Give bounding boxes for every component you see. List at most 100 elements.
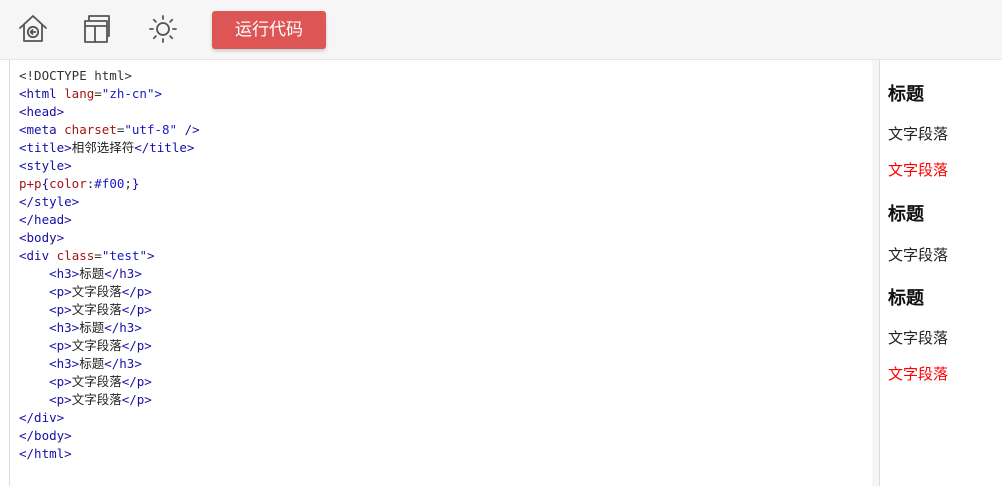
code-token: <div [19,248,57,263]
code-line[interactable]: <html lang="zh-cn"> [19,85,200,103]
code-line[interactable]: <body> [19,229,200,247]
run-code-button[interactable]: 运行代码 [212,11,326,49]
code-token: <html [19,86,65,101]
code-token: <body> [19,230,65,245]
code-token: </p> [121,374,152,389]
code-token: 标题 [79,356,105,371]
code-token: </p> [121,338,152,353]
code-line[interactable]: <h3>标题</h3> [19,319,200,337]
code-line[interactable]: <p>文字段落</p> [19,391,200,409]
code-line[interactable]: <p>文字段落</p> [19,301,200,319]
code-token: class [56,248,95,263]
home-back-icon[interactable] [16,12,50,46]
preview-heading: 标题 [888,204,924,225]
code-token: color [49,176,87,191]
code-token: } [131,176,140,191]
code-line[interactable]: <style> [19,157,200,175]
code-line[interactable]: <h3>标题</h3> [19,265,200,283]
code-line[interactable]: <title>相邻选择符</title> [19,139,200,157]
code-line[interactable]: </html> [19,445,200,463]
code-line[interactable]: <p>文字段落</p> [19,283,200,301]
code-token: </div> [19,410,65,425]
code-token: 文字段落 [71,392,122,407]
code-line[interactable]: p+p{color:#f00;} [19,175,200,193]
code-token: </html> [19,446,72,461]
code-token: 标题 [79,320,105,335]
code-token: </h3> [104,266,142,281]
code-token: charset [64,122,117,137]
code-token: 标题 [79,266,105,281]
code-token: = [94,248,102,263]
code-token: <meta [19,122,65,137]
code-token: lang [64,86,95,101]
code-token: </p> [121,392,152,407]
preview-paragraph: 文字段落 [888,125,949,143]
preview-heading: 标题 [888,288,924,309]
code-token: #f00 [94,176,125,191]
code-line[interactable]: <div class="test"> [19,247,200,265]
code-line[interactable]: </body> [19,427,200,445]
code-token: "utf-8" [124,122,178,137]
pane-splitter[interactable] [872,60,880,486]
code-token: 文字段落 [71,374,122,389]
code-token: "zh-cn" [101,86,155,101]
code-token: 文字段落 [71,302,122,317]
code-token: </head> [19,212,72,227]
code-token: </h3> [104,356,142,371]
code-line[interactable]: <meta charset="utf-8" /> [19,121,200,139]
preview-pane: 标题 文字段落 文字段落 标题 文字段落 标题 文字段落 文字段落 [880,60,1002,486]
code-token: </p> [121,302,152,317]
code-token: </p> [121,284,152,299]
code-token: <h3> [49,320,80,335]
code-editor[interactable]: <!DOCTYPE html> <html lang="zh-cn"> <head>… [9,60,873,486]
code-token: <p> [49,374,72,389]
code-token: <p> [49,392,72,407]
code-token: 文字段落 [71,284,122,299]
code-token: <head> [19,104,65,119]
code-token: </body> [19,428,72,443]
code-line[interactable]: <p>文字段落</p> [19,337,200,355]
layout-icon[interactable] [80,12,114,46]
code-token: /> [177,122,200,137]
code-line[interactable]: </head> [19,211,200,229]
code-token: <style> [19,158,72,173]
code-line[interactable]: </style> [19,193,200,211]
code-token: p+p [19,176,42,191]
preview-paragraph: 文字段落 [888,246,949,264]
preview-paragraph: 文字段落 [888,161,949,179]
code-token: "test" [101,248,147,263]
code-token: <p> [49,284,72,299]
code-token: <!DOCTYPE html> [19,68,132,83]
code-token: <p> [49,302,72,317]
code-line[interactable]: <p>文字段落</p> [19,373,200,391]
code-token: </h3> [104,320,142,335]
code-token: <h3> [49,356,80,371]
code-line[interactable]: <h3>标题</h3> [19,355,200,373]
preview-paragraph: 文字段落 [888,329,949,347]
code-line[interactable]: <head> [19,103,200,121]
code-token: { [41,176,50,191]
code-token: <h3> [49,266,80,281]
code-token: <p> [49,338,72,353]
code-token: 文字段落 [71,338,122,353]
preview-paragraph: 文字段落 [888,365,949,383]
code-line[interactable]: <!DOCTYPE html> [19,67,200,85]
code-token: <title> [19,140,72,155]
toolbar: 运行代码 [0,0,1002,60]
preview-heading: 标题 [888,84,924,105]
brightness-icon[interactable] [146,12,180,46]
code-token: = [94,86,102,101]
code-token: </title> [134,140,195,155]
code-text[interactable]: <!DOCTYPE html> <html lang="zh-cn"> <head>… [19,67,200,463]
code-token: > [154,86,163,101]
code-token: ; [124,176,132,191]
code-line[interactable]: </div> [19,409,200,427]
